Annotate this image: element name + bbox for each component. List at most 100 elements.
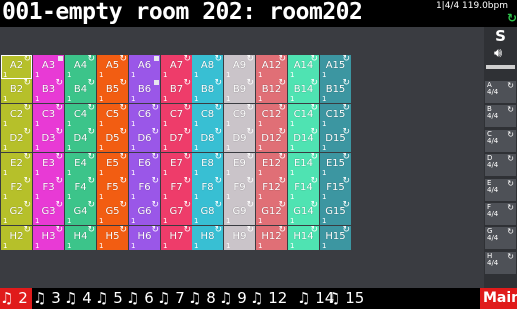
volume-icon[interactable]: 🔊︎ [494,47,502,61]
clip-cell[interactable]: E8 ↻ 1 [192,152,223,177]
main-button[interactable]: Main [480,288,517,309]
track-tab[interactable]: ♫ 7 [157,288,188,309]
clip-cell[interactable]: G3 ↻ 1 [33,200,64,225]
clip-cell[interactable]: D5 ↻ 1 [97,127,128,152]
clip-cell[interactable]: F2 ↻ 1 [1,176,32,201]
scene-item[interactable]: G 4/4 ↻ [485,227,516,251]
track-tab[interactable]: ♫ 3 [33,288,64,309]
clip-cell[interactable]: A2 ↻ 1 [1,54,32,79]
clip-cell[interactable]: A14 ↻ 1 [288,54,319,79]
scene-item[interactable]: A 4/4 ↻ [485,81,516,105]
clip-cell[interactable]: E12 ↻ 1 [256,152,287,177]
clip-cell[interactable]: C9 ↻ 1 [224,103,255,128]
clip-cell[interactable]: D6 ↻ 1 [129,127,160,152]
clip-cell[interactable]: F9 ↻ 1 [224,176,255,201]
clip-cell[interactable]: G14 ↻ 1 [288,200,319,225]
clip-cell[interactable]: G2 ↻ 1 [1,200,32,225]
clip-cell[interactable]: B8 ↻ 1 [192,78,223,103]
loop-icon[interactable]: ↻ [507,12,517,24]
clip-cell[interactable]: B5 ↻ 1 [97,78,128,103]
clip-cell[interactable]: C5 ↻ 1 [97,103,128,128]
clip-cell[interactable]: G5 ↻ 1 [97,200,128,225]
scene-item[interactable]: B 4/4 ↻ [485,105,516,129]
clip-cell[interactable]: B2 ↻ 1 [1,78,32,103]
clip-cell[interactable]: A12 ↻ 1 [256,54,287,79]
clip-cell[interactable]: D14 ↻ 1 [288,127,319,152]
clip-cell[interactable]: C4 ↻ 1 [65,103,96,128]
clip-cell[interactable]: G6 ↻ 1 [129,200,160,225]
clip-cell[interactable]: E5 ↻ 1 [97,152,128,177]
clip-cell[interactable]: B6 1 [129,79,160,103]
clip-cell[interactable]: C2 ↻ 1 [1,103,32,128]
clip-cell[interactable]: B14 ↻ 1 [288,78,319,103]
clip-cell[interactable]: C14 ↻ 1 [288,103,319,128]
volume-slider[interactable] [486,65,515,69]
track-tab[interactable]: ♫ 9 [219,288,250,309]
track-tab[interactable]: ♫ 12 [250,288,295,309]
clip-cell[interactable]: C6 ↻ 1 [129,103,160,128]
clip-cell[interactable]: F15 ↻ 1 [320,176,351,201]
clip-cell[interactable]: D4 ↻ 1 [65,127,96,152]
clip-cell[interactable]: D12 ↻ 1 [256,127,287,152]
clip-cell[interactable]: H12 ↻ 1 [256,225,287,250]
clip-cell[interactable]: G7 ↻ 1 [161,200,192,225]
clip-cell[interactable]: F12 ↻ 1 [256,176,287,201]
scene-item[interactable]: H 4/4 ↻ [485,252,516,276]
clip-cell[interactable]: G12 ↻ 1 [256,200,287,225]
clip-cell[interactable]: H9 ↻ 1 [224,225,255,250]
clip-cell[interactable]: A7 ↻ 1 [161,54,192,79]
clip-cell[interactable]: A9 ↻ 1 [224,54,255,79]
clip-cell[interactable]: H15 ↻ 1 [320,225,351,250]
clip-cell[interactable]: B9 ↻ 1 [224,78,255,103]
clip-cell[interactable]: E6 ↻ 1 [129,152,160,177]
clip-cell[interactable]: F5 ↻ 1 [97,176,128,201]
scene-item[interactable]: D 4/4 ↻ [485,154,516,178]
scene-item[interactable]: E 4/4 ↻ [485,179,516,203]
track-tab[interactable]: ♫ 15 [327,288,364,309]
clip-cell[interactable]: F7 ↻ 1 [161,176,192,201]
clip-cell[interactable]: A6 1 [129,55,160,79]
clip-cell[interactable]: B7 ↻ 1 [161,78,192,103]
clip-cell[interactable]: B3 ↻ 1 [33,78,64,103]
clip-cell[interactable]: E9 ↻ 1 [224,152,255,177]
clip-cell[interactable]: F8 ↻ 1 [192,176,223,201]
clip-cell[interactable]: E14 ↻ 1 [288,152,319,177]
clip-cell[interactable]: C3 ↻ 1 [33,103,64,128]
clip-cell[interactable]: D8 ↻ 1 [192,127,223,152]
clip-cell[interactable]: H6 ↻ 1 [129,225,160,250]
clip-cell[interactable]: A3 1 [33,55,64,79]
clip-cell[interactable]: F4 ↻ 1 [65,176,96,201]
clip-cell[interactable]: F3 ↻ 1 [33,176,64,201]
clip-cell[interactable]: A5 ↻ 1 [97,54,128,79]
track-tab[interactable]: ♫ 6 [126,288,157,309]
clip-cell[interactable]: D15 ↻ 1 [320,127,351,152]
clip-cell[interactable]: F6 ↻ 1 [129,176,160,201]
clip-cell[interactable]: H14 ↻ 1 [288,225,319,250]
clip-cell[interactable]: A4 ↻ 1 [65,54,96,79]
track-tab[interactable]: ♫ 2 [0,288,32,309]
clip-cell[interactable]: C8 ↻ 1 [192,103,223,128]
clip-cell[interactable]: H5 ↻ 1 [97,225,128,250]
clip-cell[interactable]: C7 ↻ 1 [161,103,192,128]
clip-cell[interactable]: H8 ↻ 1 [192,225,223,250]
track-tab[interactable]: ♫ 8 [188,288,219,309]
clip-cell[interactable]: D7 ↻ 1 [161,127,192,152]
track-tab[interactable]: ♫ 4 [64,288,95,309]
clip-cell[interactable]: D3 ↻ 1 [33,127,64,152]
clip-cell[interactable]: A15 ↻ 1 [320,54,351,79]
clip-cell[interactable]: H2 ↻ 1 [1,225,32,250]
clip-cell[interactable]: D2 ↻ 1 [1,127,32,152]
clip-cell[interactable]: C15 ↻ 1 [320,103,351,128]
clip-cell[interactable]: H7 ↻ 1 [161,225,192,250]
clip-cell[interactable]: E2 ↻ 1 [1,152,32,177]
track-tab[interactable]: ♫ 5 [95,288,126,309]
clip-cell[interactable]: F14 ↻ 1 [288,176,319,201]
clip-cell[interactable]: A8 ↻ 1 [192,54,223,79]
clip-cell[interactable]: E7 ↻ 1 [161,152,192,177]
clip-cell[interactable]: H3 ↻ 1 [33,225,64,250]
clip-cell[interactable]: G9 ↻ 1 [224,200,255,225]
clip-cell[interactable]: E4 ↻ 1 [65,152,96,177]
clip-cell[interactable]: H4 ↻ 1 [65,225,96,250]
scene-item[interactable]: F 4/4 ↻ [485,203,516,227]
scene-header-label[interactable]: S [484,27,517,45]
